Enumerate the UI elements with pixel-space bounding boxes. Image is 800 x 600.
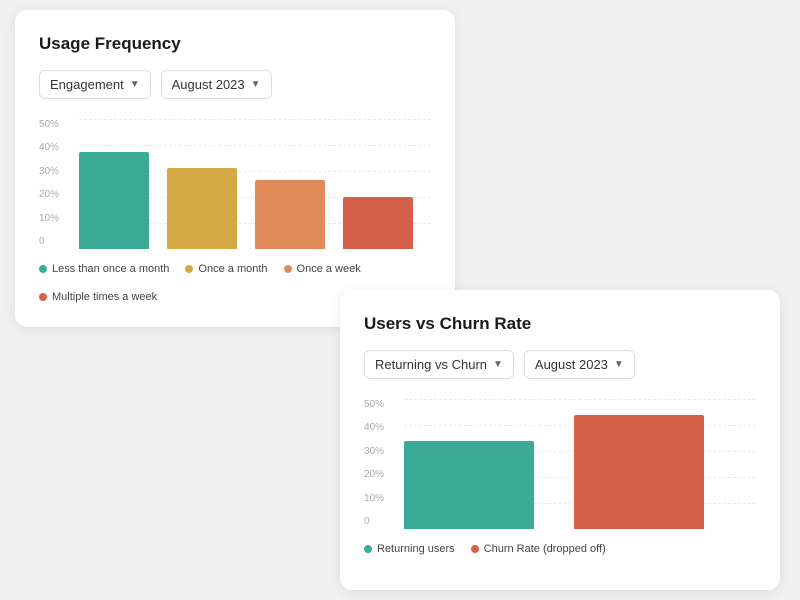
legend-dot-churn	[471, 545, 479, 553]
card1-dropdown-engagement[interactable]: Engagement ▼	[39, 70, 151, 99]
card2-title: Users vs Churn Rate	[364, 314, 756, 334]
legend-dot-1	[39, 265, 47, 273]
card1-dropdown-date[interactable]: August 2023 ▼	[161, 70, 272, 99]
card1-dropdowns: Engagement ▼ August 2023 ▼	[39, 70, 431, 99]
bar-churn-rate	[574, 415, 704, 529]
churn-rate-card: Users vs Churn Rate Returning vs Churn ▼…	[340, 290, 780, 590]
card1-dropdown-engagement-label: Engagement	[50, 77, 124, 92]
legend-item-4: Multiple times a week	[39, 291, 157, 303]
card2-dropdown-type[interactable]: Returning vs Churn ▼	[364, 350, 514, 379]
card2-dropdown-date-label: August 2023	[535, 357, 608, 372]
legend-dot-3	[284, 265, 292, 273]
legend-label-returning: Returning users	[377, 543, 455, 555]
card2-dropdown-date[interactable]: August 2023 ▼	[524, 350, 635, 379]
card1-chart: 50% 40% 30% 20% 10% 0	[39, 119, 431, 249]
card2-bars	[404, 399, 704, 529]
legend-churn: Churn Rate (dropped off)	[471, 543, 606, 555]
chevron-down-icon: ▼	[130, 79, 140, 90]
legend-label-4: Multiple times a week	[52, 291, 157, 303]
bar-less-than-once	[79, 152, 149, 250]
legend-dot-4	[39, 293, 47, 301]
card1-dropdown-date-label: August 2023	[172, 77, 245, 92]
legend-label-1: Less than once a month	[52, 263, 169, 275]
legend-dot-returning	[364, 545, 372, 553]
card2-y-axis: 50% 40% 30% 20% 10% 0	[364, 399, 384, 529]
chevron-down-icon: ▼	[251, 79, 261, 90]
legend-label-churn: Churn Rate (dropped off)	[484, 543, 606, 555]
legend-item-2: Once a month	[185, 263, 267, 275]
card1-title: Usage Frequency	[39, 34, 431, 54]
card2-legend: Returning users Churn Rate (dropped off)	[364, 543, 756, 555]
card2-dropdowns: Returning vs Churn ▼ August 2023 ▼	[364, 350, 756, 379]
legend-item-3: Once a week	[284, 263, 361, 275]
legend-dot-2	[185, 265, 193, 273]
legend-item-1: Less than once a month	[39, 263, 169, 275]
chevron-down-icon: ▼	[614, 359, 624, 370]
legend-returning: Returning users	[364, 543, 455, 555]
bar-multiple-week	[343, 197, 413, 249]
card1-y-axis: 50% 40% 30% 20% 10% 0	[39, 119, 59, 249]
usage-frequency-card: Usage Frequency Engagement ▼ August 2023…	[15, 10, 455, 327]
bar-once-month	[167, 168, 237, 249]
card1-bars	[79, 119, 413, 249]
card2-dropdown-type-label: Returning vs Churn	[375, 357, 487, 372]
chevron-down-icon: ▼	[493, 359, 503, 370]
legend-label-2: Once a month	[198, 263, 267, 275]
bar-returning-users	[404, 441, 534, 529]
card2-chart: 50% 40% 30% 20% 10% 0	[364, 399, 756, 529]
bar-once-week	[255, 180, 325, 249]
legend-label-3: Once a week	[297, 263, 361, 275]
